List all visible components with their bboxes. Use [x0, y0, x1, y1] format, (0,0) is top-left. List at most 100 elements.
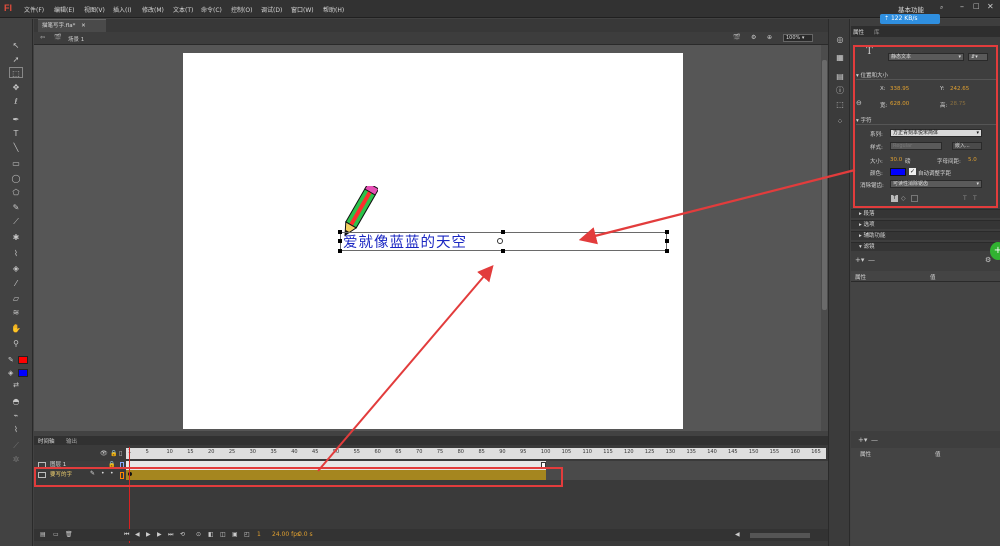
options-section[interactable]: ▸ 选项 — [851, 220, 1000, 229]
library-icon[interactable]: ▤ — [835, 72, 845, 81]
tab-library[interactable]: 库 — [874, 28, 880, 36]
lasso-tool-icon[interactable]: ℓ — [9, 96, 23, 107]
remove-filter2-icon[interactable]: — — [871, 436, 878, 444]
smooth-icon[interactable]: ⌁ — [9, 410, 23, 421]
goto-first-icon[interactable]: ⏮ — [124, 531, 129, 539]
menu-help[interactable]: 帮助(H) — [323, 5, 344, 14]
line-tool-icon[interactable]: ╲ — [9, 142, 23, 153]
loop-icon[interactable]: ⟲ — [180, 531, 185, 538]
oval-tool-icon[interactable]: ◯ — [9, 173, 23, 184]
pen-tool-icon[interactable]: ✒ — [9, 114, 23, 125]
filter-settings-icon[interactable]: ⚙ — [985, 256, 991, 264]
current-frame[interactable]: 1 — [257, 531, 261, 538]
paint-bucket-icon[interactable]: ◈ — [9, 263, 23, 274]
transform-handle-tl[interactable] — [338, 230, 342, 234]
scene-breadcrumb[interactable]: 场景 1 — [68, 35, 84, 43]
onion-outline-icon[interactable]: ◫ — [220, 531, 226, 538]
timeline-scroll-left-icon[interactable]: ◀ — [735, 531, 740, 538]
swatches-icon[interactable]: ▦ — [835, 53, 845, 62]
straighten-icon[interactable]: ⌇ — [9, 424, 23, 435]
timeline-horizontal-scrollbar[interactable] — [750, 533, 810, 538]
swap-colors-icon[interactable]: ⇄ — [9, 380, 23, 391]
back-arrow-icon[interactable]: ⇦ — [40, 34, 45, 41]
new-layer-icon[interactable]: ▤ — [40, 531, 46, 538]
selection-tool-icon[interactable]: ↖ — [9, 40, 23, 51]
edit-scene-icon[interactable]: 🎬 — [733, 34, 740, 41]
goto-last-icon[interactable]: ⏭ — [168, 531, 173, 539]
menu-control[interactable]: 控制(O) — [231, 5, 252, 14]
transform-icon[interactable]: ⬚ — [835, 100, 845, 109]
modify-markers-icon[interactable]: ◰ — [244, 531, 250, 538]
deco-tool-icon[interactable]: ✱ — [9, 232, 23, 243]
transform-handle-br[interactable] — [665, 249, 669, 253]
option-icon[interactable]: ⟋ — [9, 440, 23, 451]
close-icon[interactable]: ✕ — [987, 2, 994, 11]
play-icon[interactable]: ▶ — [146, 531, 151, 538]
new-folder-icon[interactable]: ▭ — [53, 531, 59, 538]
menu-insert[interactable]: 插入(I) — [113, 5, 131, 14]
frame-rate[interactable]: 24.00 fps — [272, 531, 300, 538]
add-filter-icon[interactable]: +▾ — [855, 256, 864, 264]
transform-handle-mr[interactable] — [665, 239, 669, 243]
empty-frames-area[interactable] — [546, 461, 828, 480]
menu-commands[interactable]: 命令(C) — [201, 5, 222, 14]
paragraph-section[interactable]: ▸ 段落 — [851, 209, 1000, 218]
transform-handle-tc[interactable] — [501, 230, 505, 234]
edit-multiple-icon[interactable]: ▣ — [232, 531, 238, 538]
menu-text[interactable]: 文本(T) — [173, 5, 193, 14]
snap-icon[interactable]: ◓ — [9, 396, 23, 407]
option2-icon[interactable]: ✲ — [9, 454, 23, 465]
menu-window[interactable]: 窗口(W) — [291, 5, 314, 14]
polystar-tool-icon[interactable]: ⬠ — [9, 187, 23, 198]
motion-presets-icon[interactable]: ⁘ — [835, 117, 845, 126]
transform-handle-ml[interactable] — [338, 239, 342, 243]
delete-layer-icon[interactable]: 🗑 — [65, 531, 73, 538]
menu-file[interactable]: 文件(F) — [24, 5, 44, 14]
add-filter2-icon[interactable]: +▾ — [858, 436, 867, 444]
free-transform-tool-icon[interactable]: ⬚ — [9, 67, 23, 78]
hand-tool-icon[interactable]: ✋ — [9, 323, 23, 334]
info-icon[interactable]: ⓘ — [835, 86, 845, 95]
workspace-switcher[interactable]: 基本功能 — [898, 4, 924, 14]
eyedropper-icon[interactable]: ⁄ — [9, 278, 23, 289]
menu-debug[interactable]: 调试(D) — [261, 5, 282, 14]
transform-handle-bl[interactable] — [338, 249, 342, 253]
output-tab[interactable]: 输出 — [66, 437, 77, 445]
step-back-icon[interactable]: ◀ — [135, 531, 140, 538]
center-stage-icon[interactable]: ⊕ — [767, 34, 772, 41]
document-tab[interactable]: 描笔写字.fla* ✕ — [38, 19, 106, 32]
zoom-select[interactable]: 100% ▾ — [783, 34, 813, 42]
3d-rotation-tool-icon[interactable]: ✥ — [9, 82, 23, 93]
show-hide-eye-icon[interactable]: 👁 — [100, 450, 108, 457]
edit-symbol-icon[interactable]: ⚙ — [751, 34, 756, 41]
text-tool-icon[interactable]: T — [9, 128, 23, 139]
color-panel-icon[interactable]: ◎ — [835, 35, 845, 44]
menu-modify[interactable]: 修改(M) — [142, 5, 164, 14]
brush-tool-icon[interactable]: ⟋ — [9, 216, 23, 227]
remove-filter-icon[interactable]: — — [868, 256, 875, 264]
minimize-icon[interactable]: – — [960, 2, 964, 11]
center-frame-icon[interactable]: ⊙ — [196, 531, 201, 538]
transform-point[interactable] — [497, 238, 503, 244]
menu-view[interactable]: 视图(V) — [84, 5, 105, 14]
maximize-icon[interactable]: □ — [973, 2, 980, 10]
pencil-tool-icon[interactable]: ✎ — [9, 202, 23, 213]
step-forward-icon[interactable]: ▶ — [157, 531, 162, 538]
tab-close-icon[interactable]: ✕ — [81, 23, 86, 29]
eraser-icon[interactable]: ▱ — [9, 293, 23, 304]
zoom-tool-icon[interactable]: ⚲ — [9, 338, 23, 349]
rectangle-tool-icon[interactable]: ▭ — [9, 158, 23, 169]
fill-color-swatch[interactable] — [18, 369, 28, 377]
search-icon[interactable]: ⌕ — [940, 4, 948, 11]
green-floating-button[interactable]: + — [990, 242, 1000, 260]
stroke-color-swatch[interactable] — [18, 356, 28, 364]
tab-properties[interactable]: 属性 — [853, 28, 864, 36]
timeline-tab[interactable]: 时间轴 — [38, 437, 55, 445]
width-tool-icon[interactable]: ≋ — [9, 307, 23, 318]
menu-edit[interactable]: 编辑(E) — [54, 5, 74, 14]
filters-section[interactable]: ▾ 滤镜 — [851, 242, 1000, 251]
transform-handle-tr[interactable] — [665, 230, 669, 234]
stage-text[interactable]: 爱就像蓝蓝的天空 — [343, 231, 467, 252]
accessibility-section[interactable]: ▸ 辅助功能 — [851, 231, 1000, 240]
bone-tool-icon[interactable]: ⌇ — [9, 248, 23, 259]
